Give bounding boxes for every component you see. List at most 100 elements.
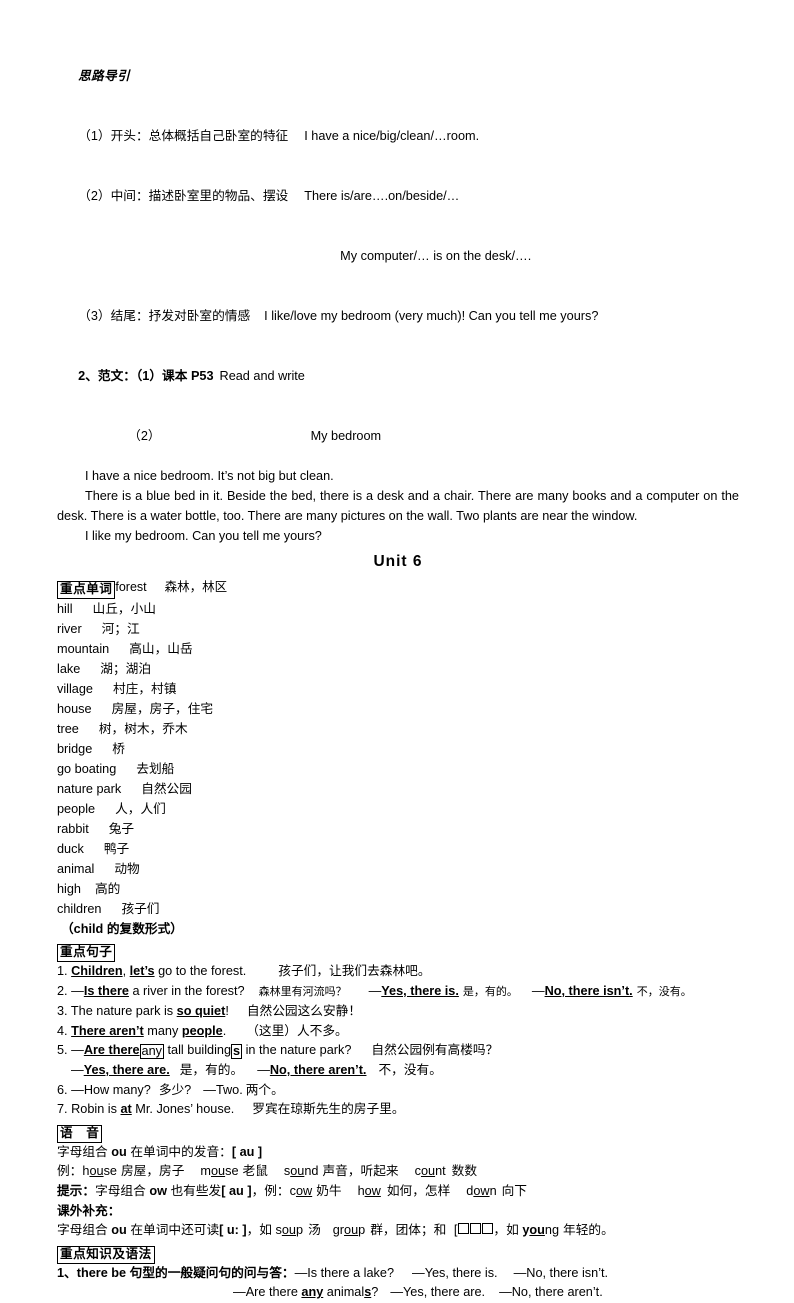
phonics-tip-pre: 字母组合 [95,1183,150,1198]
sentence-5-answers: —Yes, there are. 是，有的。 —No, there aren’t. 不… [57,1061,739,1081]
phonics-tip: 提示：字母组合 ow 也有些发[ au ]，例：cow 奶牛 how 如何，怎样 dow… [57,1182,739,1202]
phonics-ex-0-pre: h [82,1164,90,1179]
vocab-item-13-cn: 鸭子 [103,842,130,856]
extra-tail-word-pre: y [522,1223,530,1238]
phonics-rule-combo: ou [111,1144,127,1159]
vocab-item-14-cn: 动物 [114,862,140,876]
guide-line-2-en: There is/are….on/beside/… [304,189,460,203]
sentence-1-rest: go to the forest. [154,964,247,978]
vocab-item-9: go boating 去划船 [57,759,739,779]
sentence-2-rest: a river in the forest? [128,983,245,998]
phonics-ex-1-pre: m [200,1164,211,1179]
sentence-5: 5. —Are there any tall building s in the n… [57,1041,739,1061]
grammar-qa-0-q: —Is there a lake? [294,1265,395,1280]
extra-ex-0-post: p [296,1223,304,1238]
grammar-item-cn: 句型的一般疑问句的问与答： [126,1265,295,1280]
sentence-1-cn: 孩子们，让我们去森林吧。 [278,964,431,978]
sentence-5-cn-3: 不，没有。 [378,1062,442,1077]
vocab-item-15-en: high [57,882,81,896]
vocab-item-13: duck 鸭子 [57,839,739,859]
phonics-rule-mid: 在单词中的发音： [126,1144,232,1159]
grammar-qa-row-2: —Are there any animals? —Yes, there are. —… [57,1283,739,1303]
vocab-item-6-en: house [57,702,92,716]
sentence-6-cn-2: 两个。 [245,1082,284,1097]
vocab-item-12-cn: 兔子 [108,822,135,836]
model-label-en: Read and write [219,369,305,383]
sentence-5-mid: tall building [164,1043,232,1058]
guide-line-1: （1）开头：总体概括自己卧室的特征 I have a nice/big/clean… [57,106,739,166]
sentence-2-cn-1: 森林里有河流吗？ [258,985,347,998]
vocab-section-header: 重点单词 [57,581,116,599]
sentence-5-boxed-any: any [139,1044,164,1060]
guide-heading: 思路导引 [57,46,739,106]
phonics-ex-0-post: se [103,1164,117,1179]
extra-tail-word-post: ng [544,1223,560,1238]
phonics-ex-2-post: nd [304,1164,319,1179]
vocab-item-7: tree 树，树木，乔木 [57,719,739,739]
sentence-2-dash-3: — [531,983,545,998]
grammar-qa-1-q-bold: any [301,1285,324,1300]
phonics-ex-1-mid: ou [210,1164,226,1179]
phonics-tip-post: ，例： [251,1183,290,1198]
sentence-1-key-1: Children [71,964,123,978]
guide-heading-text: 思路导引 [78,69,131,83]
vocab-item-12-en: rabbit [57,822,89,836]
sentence-6-cn-1: 多少? [158,1082,192,1097]
extra-tail-2: ，如 [493,1223,523,1238]
phonics-rule: 字母组合 ou 在单词中的发音：[ au ] [57,1143,739,1163]
sentence-7-pre: Robin is [71,1102,121,1117]
phonics-tip-ex-0-mid: ow [295,1183,313,1198]
vocab-item-16-cn: 孩子们 [121,902,160,916]
vocab-item-4: lake 湖；湖泊 [57,659,739,679]
phonics-tip-ex-1-mid: ow [364,1183,381,1198]
vocab-item-6: house 房屋，房子，住宅 [57,699,739,719]
vocab-item-12: rabbit 兔子 [57,819,739,839]
sentence-3-cn: 自然公园这么安静！ [246,1004,362,1019]
extra-ex-1-cn: 群，团体 [370,1223,421,1238]
guide-line-3: My computer/… is on the desk/…. [57,226,739,286]
sentence-4-key-1: There aren’t [71,1023,144,1038]
vocab-item-7-en: tree [57,722,79,736]
sentence-5-dash-2: — [71,1062,84,1077]
phonics-section-header: 语 音 [57,1124,103,1143]
sentence-7-key: at [120,1102,132,1117]
extra-ex-0-mid: ou [281,1223,296,1238]
grammar-qa-1-q-mid: animal [323,1285,365,1300]
model-item2-row: （2） My bedroom [57,406,739,466]
phonics-ex-2-mid: ou [290,1164,305,1179]
vocab-item-6-cn: 房屋，房子，住宅 [111,702,214,716]
sentence-2-dash: — [71,983,84,998]
sentence-2-cn-3: 不，没有。 [636,985,692,998]
vocab-item-0-cn: 森林，林区 [164,580,228,594]
sentence-7-post: Mr. Jones’ house. [131,1102,235,1117]
sentence-4-post: . [222,1023,227,1038]
sentence-5-no: No, there aren’t. [269,1062,367,1077]
sentences-header-row: 重点句子 [57,940,739,962]
vocab-item-11: people 人，人们 [57,799,739,819]
vocab-item-4-en: lake [57,662,81,676]
sentence-5-boxed-s: s [231,1044,243,1060]
phonics-tip-ipa: [ au ] [221,1183,252,1198]
vocab-item-14: animal 动物 [57,859,739,879]
vocab-item-13-en: duck [57,842,84,856]
vocab-item-8-en: bridge [57,742,93,756]
vocab-item-10-cn: 自然公园 [141,782,192,796]
vocab-item-0-en: forest [115,580,147,594]
vocab-item-2: river 河；江 [57,619,739,639]
sentence-3-num: 3. [57,1004,68,1019]
vocab-item-3-cn: 高山，山岳 [129,642,193,656]
phonics-ex-1-post: se [225,1164,239,1179]
phonics-ex-3-cn: 数数 [451,1164,478,1179]
vocab-item-15: high 高的 [57,879,739,899]
vocab-item-9-cn: 去划船 [136,762,175,776]
document-content: 思路导引 （1）开头：总体概括自己卧室的特征 I have a nice/big/… [57,46,739,1303]
sentence-2-num: 2. [57,983,68,998]
phonics-ex-1-cn: 老鼠 [242,1164,268,1179]
sentence-3-post: ! [225,1004,229,1019]
sentences-section-header: 重点句子 [57,944,116,962]
extra-post: ，如 [246,1223,276,1238]
vocab-item-16-en: children [57,902,102,916]
phonics-rule-pre: 字母组合 [57,1144,112,1159]
sentence-2-key: Is there [83,983,129,998]
sentence-3-pre: The nature park is [70,1004,177,1019]
